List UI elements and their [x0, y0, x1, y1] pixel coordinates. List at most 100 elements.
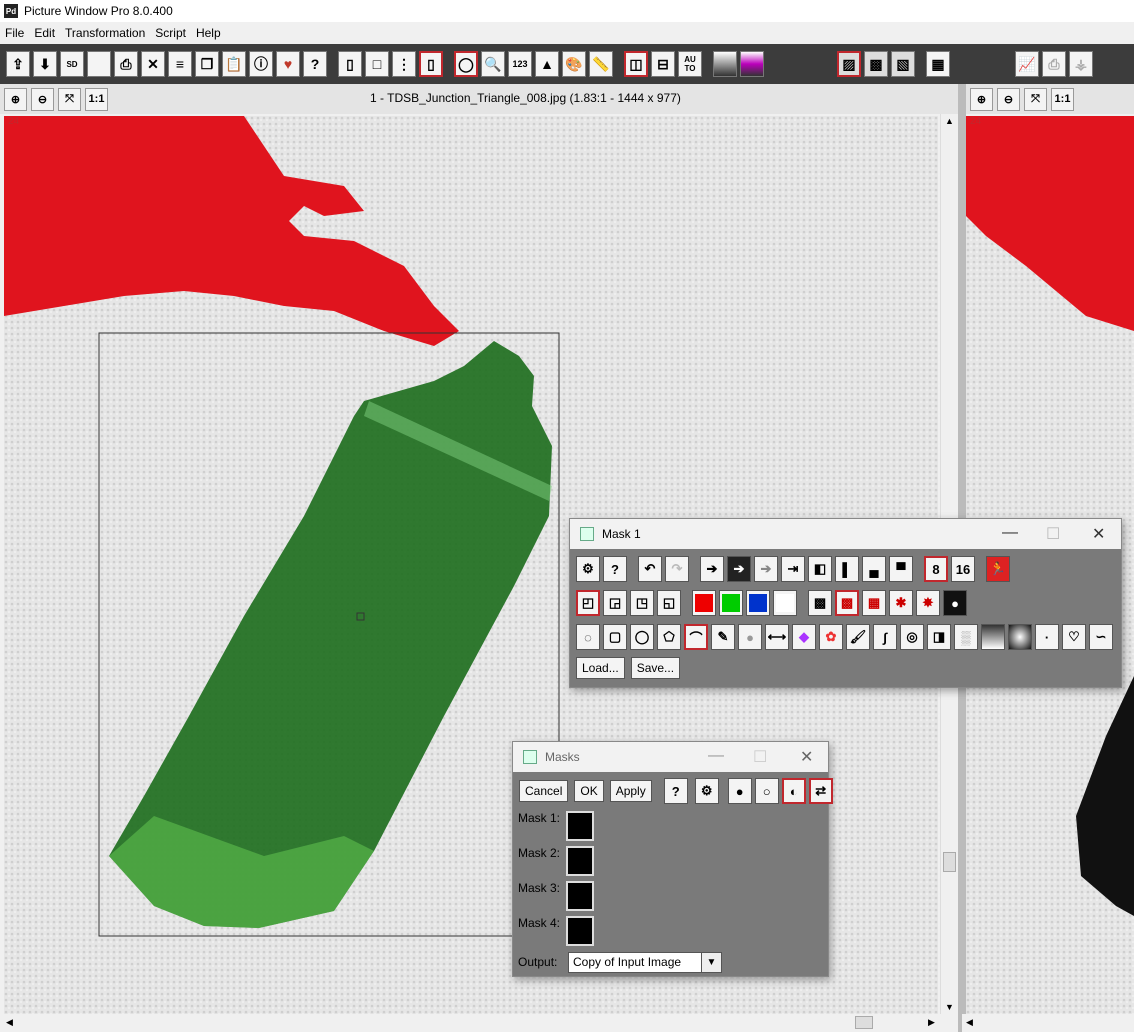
- soft-brush-icon[interactable]: ●: [738, 624, 762, 650]
- zoom-1-1-right-button[interactable]: 1:1: [1051, 87, 1074, 111]
- blank-icon[interactable]: [87, 51, 111, 77]
- mask-half-icon[interactable]: ◐: [781, 778, 806, 804]
- chevron-down-icon[interactable]: ▼: [701, 953, 721, 972]
- color-cube-icon[interactable]: ◆: [792, 624, 816, 650]
- gradient-icon[interactable]: [713, 51, 737, 77]
- view-mode-2-icon[interactable]: ◲: [603, 590, 627, 616]
- list-icon[interactable]: ≡: [168, 51, 192, 77]
- help-mask-icon[interactable]: ?: [603, 556, 627, 582]
- chart-icon[interactable]: 📈: [1015, 51, 1039, 77]
- checker-red-4-icon[interactable]: ✸: [916, 590, 940, 616]
- top-black-icon[interactable]: ▀: [889, 556, 913, 582]
- close-icon[interactable]: ✕: [141, 51, 165, 77]
- green-swatch-icon[interactable]: [719, 590, 743, 616]
- menu-help[interactable]: Help: [191, 26, 226, 40]
- arrow-right-gray-icon[interactable]: ➔: [754, 556, 778, 582]
- load-button[interactable]: Load...: [576, 657, 625, 679]
- freehand-icon[interactable]: ⌒: [684, 624, 708, 650]
- split-icon[interactable]: ◧: [808, 556, 832, 582]
- gradient-square-icon[interactable]: [981, 624, 1005, 650]
- mask-1-slot[interactable]: [566, 811, 594, 841]
- grid-icon[interactable]: ▦: [926, 51, 950, 77]
- undo-icon[interactable]: ↶: [638, 556, 662, 582]
- cancel-button[interactable]: Cancel: [519, 780, 569, 802]
- scroll-up-icon[interactable]: ▲: [945, 116, 954, 126]
- menu-file[interactable]: File: [0, 26, 29, 40]
- panel-full-icon[interactable]: □: [365, 51, 389, 77]
- ellipse-icon[interactable]: ◯: [630, 624, 654, 650]
- split-black-icon[interactable]: ▌: [835, 556, 859, 582]
- hatch-dark-icon[interactable]: ▩: [864, 51, 888, 77]
- menu-edit[interactable]: Edit: [29, 26, 60, 40]
- masks-settings-icon[interactable]: ⚙: [694, 778, 719, 804]
- redo-icon[interactable]: ↷: [665, 556, 689, 582]
- ok-button[interactable]: OK: [574, 780, 604, 802]
- pattern-icon[interactable]: ▒: [954, 624, 978, 650]
- swap-icon[interactable]: ⇄: [808, 778, 833, 804]
- zoom-out-icon[interactable]: ⊖: [31, 87, 54, 111]
- arrow-right-black-icon[interactable]: ➔: [727, 556, 751, 582]
- scroll-right-icon[interactable]: ▶: [928, 1017, 935, 1028]
- numbers-icon[interactable]: 123: [508, 51, 532, 77]
- hatch-light-icon[interactable]: ▨: [837, 51, 861, 77]
- zoom-out-right-icon[interactable]: ⊖: [997, 87, 1020, 111]
- blue-swatch-icon[interactable]: [746, 590, 770, 616]
- menu-transformation[interactable]: Transformation: [60, 26, 150, 40]
- panel-right-icon[interactable]: ▯: [419, 51, 443, 77]
- s-curve-icon[interactable]: ∽: [1089, 624, 1113, 650]
- radial-gradient-icon[interactable]: [1008, 624, 1032, 650]
- mouse-icon[interactable]: ◯: [454, 51, 478, 77]
- vertical-scroll-thumb[interactable]: [943, 852, 956, 872]
- stamp-icon[interactable]: ⚶: [1069, 51, 1093, 77]
- minimize-icon[interactable]: —: [1002, 524, 1018, 542]
- dots-icon[interactable]: ⋮: [392, 51, 416, 77]
- fit-icon[interactable]: ⤧: [58, 87, 81, 111]
- circle-black-icon[interactable]: ●: [943, 590, 967, 616]
- zoom-in-right-icon[interactable]: ⊕: [970, 87, 993, 111]
- sd-card-icon[interactable]: SD: [60, 51, 84, 77]
- auto-icon[interactable]: AU TO: [678, 51, 702, 77]
- exit-icon[interactable]: 🏃: [986, 556, 1010, 582]
- masks-close-icon[interactable]: ✕: [800, 747, 813, 767]
- hatch-mid-icon[interactable]: ▧: [891, 51, 915, 77]
- settings-icon[interactable]: ⚙: [576, 556, 600, 582]
- magnifier-icon[interactable]: 🔍: [481, 51, 505, 77]
- horizontal-scrollbar-right[interactable]: ◀: [962, 1014, 1134, 1032]
- panel-left-icon[interactable]: ▯: [338, 51, 362, 77]
- half-icon[interactable]: ◨: [927, 624, 951, 650]
- clipboard-icon[interactable]: 📋: [222, 51, 246, 77]
- output-select[interactable]: Copy of Input Image ▼: [568, 952, 722, 973]
- palette-icon[interactable]: 🎨: [562, 51, 586, 77]
- save-icon[interactable]: ⬇: [33, 51, 57, 77]
- checker-icon[interactable]: ▩: [808, 590, 832, 616]
- mask-4-slot[interactable]: [566, 916, 594, 946]
- mask-3-slot[interactable]: [566, 881, 594, 911]
- mask-white-icon[interactable]: ○: [754, 778, 779, 804]
- zoom-1-1-button[interactable]: 1:1: [85, 87, 108, 111]
- red-swatch-icon[interactable]: [692, 590, 716, 616]
- view-mode-3-icon[interactable]: ◳: [630, 590, 654, 616]
- split-vertical-icon[interactable]: ◫: [624, 51, 648, 77]
- close-window-icon[interactable]: ✕: [1092, 524, 1105, 544]
- arrow-in-icon[interactable]: ⇥: [781, 556, 805, 582]
- scroll-down-icon[interactable]: ▼: [945, 1002, 954, 1012]
- bottom-black-icon[interactable]: ▄: [862, 556, 886, 582]
- histogram-icon[interactable]: ▲: [535, 51, 559, 77]
- checker-red-2-icon[interactable]: ▦: [862, 590, 886, 616]
- printer-alt-icon[interactable]: ⎙: [1042, 51, 1066, 77]
- white-swatch-icon[interactable]: [773, 590, 797, 616]
- brush-icon[interactable]: 🖌: [846, 624, 870, 650]
- masks-help-icon[interactable]: ?: [663, 778, 688, 804]
- checker-red-3-icon[interactable]: ✱: [889, 590, 913, 616]
- fit-right-icon[interactable]: ⤧: [1024, 87, 1047, 111]
- shape-icon[interactable]: ♡: [1062, 624, 1086, 650]
- curve-icon[interactable]: ∫: [873, 624, 897, 650]
- print-icon[interactable]: ⎙: [114, 51, 138, 77]
- mask-gray-icon[interactable]: ●: [727, 778, 752, 804]
- menu-script[interactable]: Script: [150, 26, 191, 40]
- bit-16-button[interactable]: 16: [951, 556, 975, 582]
- split-horizontal-icon[interactable]: ⊟: [651, 51, 675, 77]
- masks-maximize-icon[interactable]: ☐: [753, 747, 767, 767]
- scroll-left-right-icon[interactable]: ◀: [966, 1017, 973, 1028]
- arrow-right-icon[interactable]: ➔: [700, 556, 724, 582]
